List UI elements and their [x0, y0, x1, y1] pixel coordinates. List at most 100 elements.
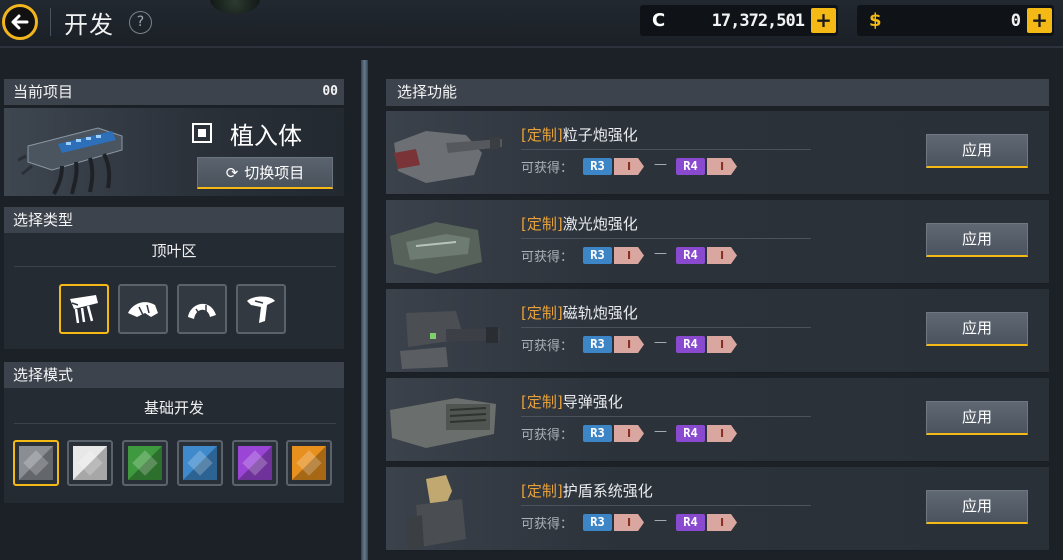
implant-type-3-icon	[188, 303, 216, 319]
function-divider	[521, 238, 811, 239]
rank-from-badge: R3	[583, 336, 612, 353]
function-name: 护盾系统强化	[562, 482, 653, 500]
help-icon[interactable]: ?	[129, 11, 152, 34]
page-title: 开发	[64, 11, 114, 39]
type-option-4[interactable]	[236, 284, 286, 334]
tier-to-badge: I	[707, 158, 737, 175]
function-tag: [定制]	[521, 304, 563, 322]
rank-from-badge: R3	[583, 425, 612, 442]
tier-from-badge: I	[614, 336, 644, 353]
implant-type-4-icon	[247, 296, 275, 323]
apply-button[interactable]: 应用	[926, 312, 1028, 346]
function-row: [定制]磁轨炮强化 可获得： R3 I — R4 I 应用	[386, 289, 1049, 373]
implant-type-2-icon	[128, 302, 158, 317]
mech-weapon-image	[400, 311, 500, 369]
rank-to-badge: R4	[676, 158, 705, 175]
current-project-header: 当前项目 00	[4, 79, 344, 105]
mode-option-5[interactable]	[232, 440, 278, 486]
rank-from-badge: R3	[583, 247, 612, 264]
apply-button[interactable]: 应用	[926, 490, 1028, 524]
selected-type-label: 顶叶区	[151, 242, 197, 260]
implant-type-1-icon	[70, 295, 98, 324]
switch-project-label: 切换项目	[244, 164, 305, 182]
range-dash: —	[654, 513, 667, 528]
tier-to-badge: I	[707, 425, 737, 442]
select-function-header: 选择功能	[386, 79, 1049, 106]
tier-from-badge: I	[614, 514, 644, 531]
obtain-label: 可获得：	[521, 517, 574, 532]
range-dash: —	[654, 335, 667, 350]
function-tag: [定制]	[521, 393, 563, 411]
target-icon	[192, 123, 212, 143]
rank-to-badge: R4	[676, 336, 705, 353]
type-option-3[interactable]	[177, 284, 227, 334]
rank-to-badge: R4	[676, 247, 705, 264]
add-dollars-button[interactable]: +	[1027, 8, 1052, 33]
avatar[interactable]	[210, 0, 260, 14]
tier-to-badge: I	[707, 247, 737, 264]
mode-swatch	[128, 446, 162, 480]
mode-option-3[interactable]	[122, 440, 168, 486]
mode-swatch	[183, 446, 217, 480]
obtain-label: 可获得：	[521, 250, 574, 265]
add-credits-button[interactable]: +	[811, 8, 836, 33]
credits-amount: 17,372,501	[711, 11, 805, 31]
panel-separator	[361, 60, 368, 560]
function-row: [定制]粒子炮强化 可获得： R3 I — R4 I 应用	[386, 111, 1049, 195]
apply-button[interactable]: 应用	[926, 134, 1028, 168]
function-divider	[521, 149, 811, 150]
rank-to-badge: R4	[676, 425, 705, 442]
project-count: 00	[322, 84, 338, 99]
mode-option-1[interactable]	[13, 440, 59, 486]
title-divider	[50, 8, 51, 36]
mode-divider	[14, 423, 336, 424]
function-title: [定制]护盾系统强化	[521, 480, 653, 501]
mode-swatch	[19, 446, 53, 480]
refresh-icon: ⟳	[225, 164, 239, 182]
mode-option-6[interactable]	[286, 440, 332, 486]
current-project-label: 当前项目	[13, 83, 74, 101]
apply-button[interactable]: 应用	[926, 401, 1028, 435]
tier-to-badge: I	[707, 336, 737, 353]
mode-swatch	[238, 446, 272, 480]
rank-from-badge: R3	[583, 158, 612, 175]
arrow-left-icon	[11, 14, 29, 30]
function-title: [定制]粒子炮强化	[521, 124, 638, 145]
tier-from-badge: I	[614, 425, 644, 442]
mode-swatch	[292, 446, 326, 480]
mode-option-2[interactable]	[67, 440, 113, 486]
range-dash: —	[654, 424, 667, 439]
function-tag: [定制]	[521, 215, 563, 233]
function-divider	[521, 505, 811, 506]
obtain-label: 可获得：	[521, 161, 574, 176]
type-option-1[interactable]	[59, 284, 109, 334]
function-tag: [定制]	[521, 482, 563, 500]
tier-to-badge: I	[707, 514, 737, 531]
obtain-label: 可获得：	[521, 339, 574, 354]
function-tag: [定制]	[521, 126, 563, 144]
function-name: 粒子炮强化	[562, 126, 638, 144]
function-row: [定制]护盾系统强化 可获得： R3 I — R4 I 应用	[386, 467, 1049, 551]
mech-weapon-image	[390, 222, 482, 274]
rank-to-badge: R4	[676, 514, 705, 531]
back-button[interactable]	[2, 4, 38, 40]
mech-weapon-image	[406, 475, 466, 549]
obtain-label: 可获得：	[521, 428, 574, 443]
selected-mode-label: 基础开发	[143, 399, 204, 417]
tier-from-badge: I	[614, 247, 644, 264]
top-bar: 开发 ? C 17,372,501 + $ 0 +	[0, 0, 1063, 48]
function-name: 激光炮强化	[562, 215, 638, 233]
mode-option-4[interactable]	[177, 440, 223, 486]
function-divider	[521, 327, 811, 328]
dollars-icon: $	[869, 10, 882, 31]
mode-swatch	[73, 446, 107, 480]
function-row: [定制]激光炮强化 可获得： R3 I — R4 I 应用	[386, 200, 1049, 284]
type-option-2[interactable]	[118, 284, 168, 334]
select-type-header: 选择类型	[4, 207, 344, 233]
apply-button[interactable]: 应用	[926, 223, 1028, 257]
function-title: [定制]导弹强化	[521, 391, 623, 412]
range-dash: —	[654, 246, 667, 261]
dollars-amount: 0	[1010, 11, 1021, 31]
switch-project-button[interactable]: ⟳ 切换项目	[197, 157, 333, 189]
tier-from-badge: I	[614, 158, 644, 175]
